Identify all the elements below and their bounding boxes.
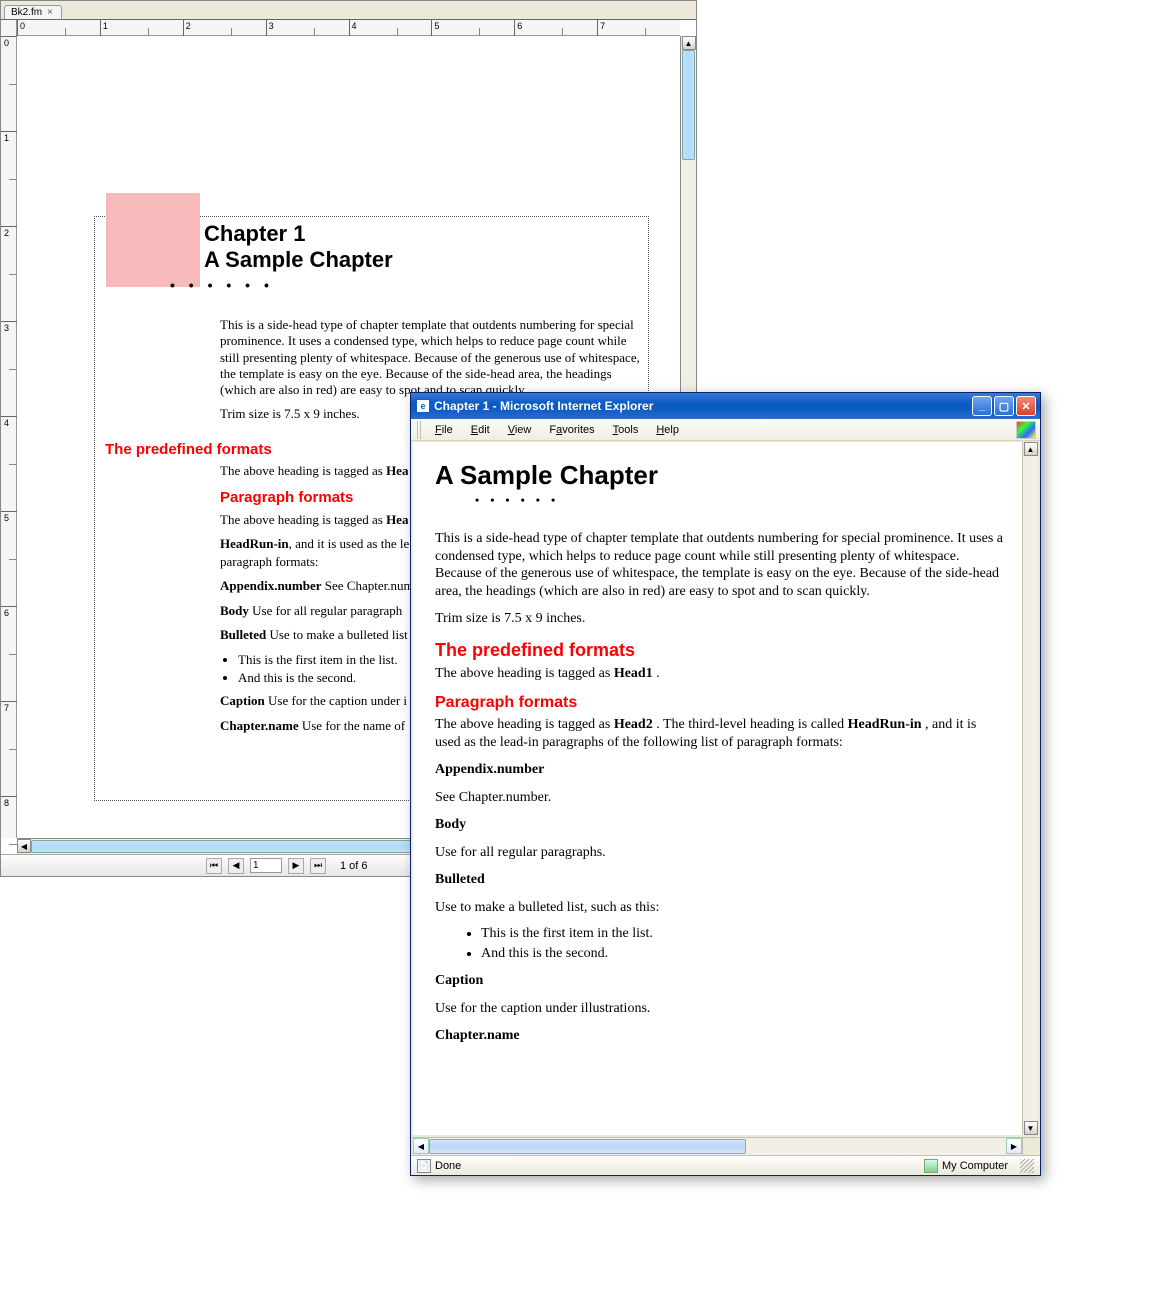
body-paragraph: The above heading is tagged as Head2 . T…	[435, 716, 1004, 751]
body-paragraph: This is a side-head type of chapter temp…	[220, 317, 640, 398]
last-page-button[interactable]: ⏭	[310, 858, 326, 874]
body-paragraph: This is a side-head type of chapter temp…	[435, 530, 1004, 600]
scrollbar-corner	[1022, 1138, 1038, 1155]
run-in-heading: Chapter.name	[435, 1027, 1004, 1045]
scroll-right-icon[interactable]: ▶	[1006, 1138, 1022, 1154]
ruler-tick: 0	[4, 38, 9, 48]
zone-label: My Computer	[942, 1160, 1008, 1172]
run-in-heading: Bulleted	[435, 871, 1004, 889]
resize-grip-icon[interactable]	[1020, 1159, 1034, 1173]
ruler-tick: 7	[4, 703, 9, 713]
internet-explorer-window: e Chapter 1 - Microsoft Internet Explore…	[410, 392, 1041, 1176]
ruler-tick: 4	[352, 21, 357, 31]
scroll-up-icon[interactable]: ▲	[1024, 442, 1038, 456]
security-zone[interactable]: My Computer	[924, 1159, 1034, 1173]
heading-head1: The predefined formats	[435, 640, 1004, 661]
menu-file[interactable]: File	[427, 422, 461, 438]
scrollbar-thumb[interactable]	[429, 1139, 746, 1154]
body-paragraph: Trim size is 7.5 x 9 inches.	[435, 610, 1004, 628]
body-paragraph: Use for the caption under illustrations.	[435, 1000, 1004, 1018]
maximize-button[interactable]: ▢	[994, 396, 1014, 416]
document-icon: 📄	[417, 1159, 431, 1173]
decorative-dots: • • • • • •	[475, 493, 1004, 508]
ruler-tick: 1	[4, 133, 9, 143]
ruler-tick: 5	[4, 513, 9, 523]
scroll-down-icon[interactable]: ▼	[1024, 1121, 1038, 1135]
scroll-up-icon[interactable]: ▲	[682, 36, 696, 50]
browser-viewport: A Sample Chapter • • • • • • This is a s…	[411, 441, 1040, 1137]
ruler-tick: 0	[20, 21, 25, 31]
horizontal-ruler[interactable]: 0 1 2 3 4 5 6 7	[17, 20, 680, 36]
document-tabbar: Bk2.fm ×	[1, 1, 696, 19]
menu-edit[interactable]: Edit	[463, 422, 498, 438]
anchored-graphic[interactable]	[106, 193, 200, 287]
menu-view[interactable]: View	[500, 422, 540, 438]
document-tab[interactable]: Bk2.fm ×	[4, 5, 62, 19]
scrollbar-track[interactable]	[1023, 456, 1038, 1121]
menu-favorites[interactable]: Favorites	[541, 422, 602, 438]
vertical-scrollbar[interactable]: ▲ ▼	[1022, 442, 1038, 1135]
horizontal-scrollbar[interactable]: ◀ ▶	[411, 1137, 1040, 1155]
next-page-button[interactable]: ▶	[288, 858, 304, 874]
heading-head2: Paragraph formats	[435, 694, 1004, 712]
ruler-tick: 6	[517, 21, 522, 31]
run-in-heading: Caption	[435, 972, 1004, 990]
minimize-button[interactable]: _	[972, 396, 992, 416]
my-computer-icon	[924, 1159, 938, 1173]
document-tab-label: Bk2.fm	[11, 7, 42, 18]
page-number-input[interactable]	[250, 858, 282, 873]
decorative-dots: • • • • • •	[170, 277, 642, 293]
ruler-tick: 6	[4, 608, 9, 618]
run-in-heading: Body	[435, 816, 1004, 834]
menubar: File Edit View Favorites Tools Help	[411, 419, 1040, 441]
ruler-tick: 2	[186, 21, 191, 31]
window-title: Chapter 1 - Microsoft Internet Explorer	[434, 399, 972, 413]
ruler-tick: 8	[4, 798, 9, 808]
titlebar[interactable]: e Chapter 1 - Microsoft Internet Explore…	[411, 393, 1040, 419]
close-icon[interactable]: ×	[47, 7, 53, 18]
body-paragraph: The above heading is tagged as Head1 .	[435, 665, 1004, 683]
ruler-tick: 5	[434, 21, 439, 31]
list-item: This is the first item in the list.	[481, 926, 1004, 942]
chapter-title: A Sample Chapter	[204, 247, 642, 273]
ruler-tick: 3	[269, 21, 274, 31]
status-text: Done	[435, 1160, 461, 1172]
throbber-icon	[1016, 421, 1036, 439]
body-paragraph: Use for all regular paragraphs.	[435, 844, 1004, 862]
ruler-tick: 7	[600, 21, 605, 31]
body-paragraph: Use to make a bulleted list, such as thi…	[435, 899, 1004, 917]
page-count-label: 1 of 6	[340, 860, 368, 872]
ruler-tick: 1	[103, 21, 108, 31]
chapter-number: Chapter 1	[204, 221, 642, 247]
vertical-ruler[interactable]: 0 1 2 3 4 5 6 7 8	[1, 20, 17, 838]
list-item: And this is the second.	[481, 946, 1004, 962]
scroll-left-icon[interactable]: ◀	[17, 839, 31, 853]
ruler-tick: 3	[4, 323, 9, 333]
statusbar: 📄 Done My Computer	[411, 1155, 1040, 1175]
ie-app-icon: e	[416, 399, 430, 413]
side-heading-head1: The predefined formats	[105, 441, 272, 460]
ruler-tick: 4	[4, 418, 9, 428]
close-button[interactable]: ✕	[1016, 396, 1036, 416]
rebar-grip-icon[interactable]	[417, 421, 423, 439]
page-title: A Sample Chapter	[435, 460, 1004, 491]
menu-tools[interactable]: Tools	[605, 422, 647, 438]
menu-help[interactable]: Help	[648, 422, 687, 438]
scroll-left-icon[interactable]: ◀	[413, 1138, 429, 1154]
scrollbar-track[interactable]	[429, 1138, 1006, 1155]
body-paragraph: See Chapter.number.	[435, 789, 1004, 807]
first-page-button[interactable]: ⏮	[206, 858, 222, 874]
scrollbar-thumb[interactable]	[682, 50, 695, 160]
ruler-tick: 2	[4, 228, 9, 238]
run-in-heading: Appendix.number	[435, 761, 1004, 779]
prev-page-button[interactable]: ◀	[228, 858, 244, 874]
html-document[interactable]: A Sample Chapter • • • • • • This is a s…	[413, 442, 1022, 1135]
